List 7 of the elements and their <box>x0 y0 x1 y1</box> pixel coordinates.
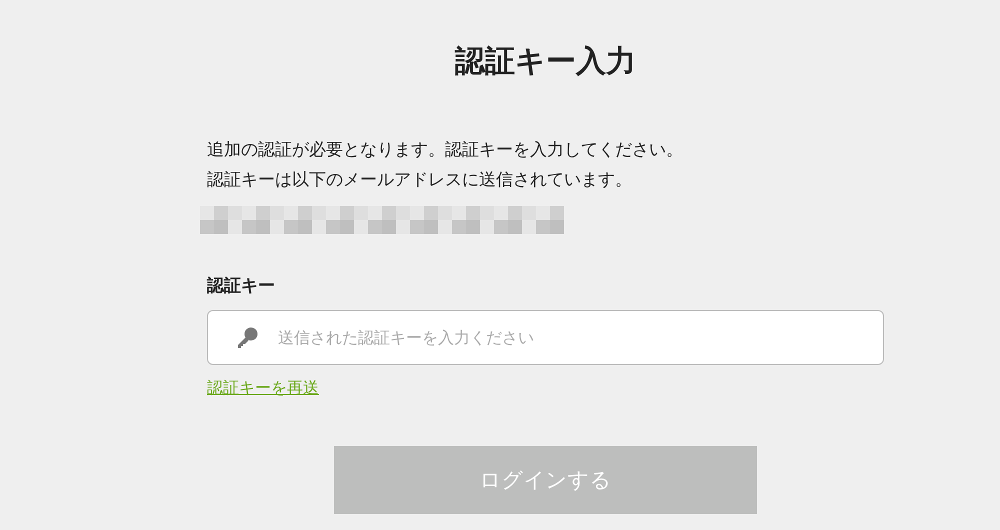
message-text: 追加の認証が必要となります。認証キーを入力してください。 <box>207 139 683 162</box>
resend-link[interactable]: 認証キーを再送 <box>207 377 319 399</box>
page-title: 認証キー入力 <box>455 43 636 81</box>
key-icon <box>235 326 259 350</box>
message-text: 認証キーは以下のメールアドレスに送信されています。 <box>207 169 632 192</box>
field-label: 認証キー <box>207 275 275 298</box>
auth-key-field[interactable]: 送信された認証キーを入力ください <box>207 310 884 365</box>
